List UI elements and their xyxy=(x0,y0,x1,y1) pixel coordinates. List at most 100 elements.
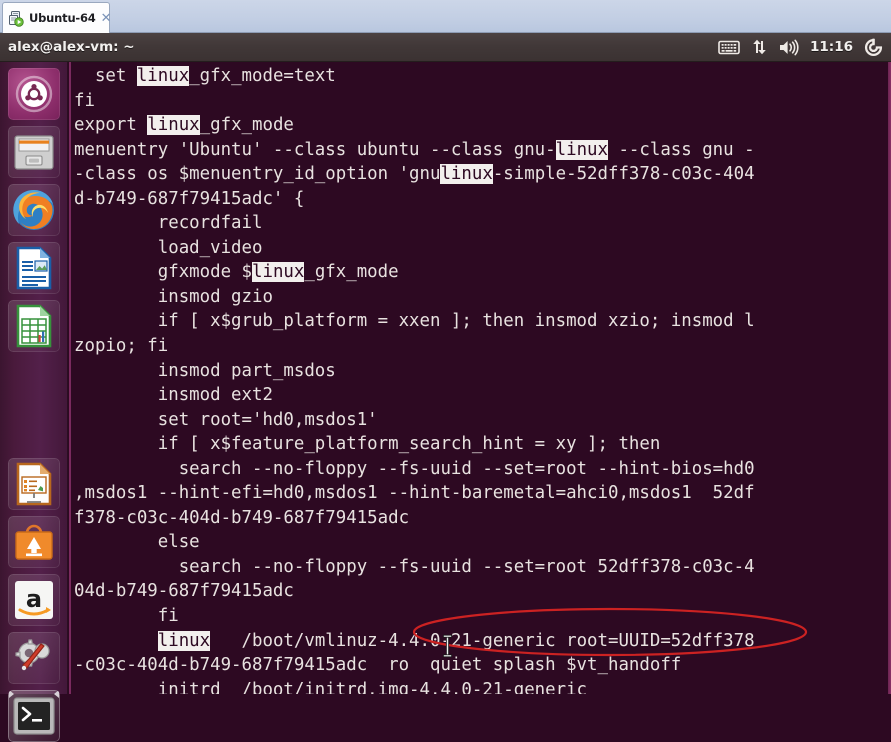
page-title: alex@alex-vm: ~ xyxy=(8,39,135,55)
terminal-line: 04d-b749-687f79415adc xyxy=(74,579,891,604)
terminal-line: recordfail xyxy=(74,211,891,236)
terminal-text: -simple-52dff378-c03c-404 xyxy=(492,164,755,185)
terminal-text: insmod ext2 xyxy=(74,385,273,406)
terminal-line: -class os $menuentry_id_option 'gnulinux… xyxy=(74,162,891,187)
terminal-text: _gfx_mode xyxy=(304,262,399,283)
terminal-line: else xyxy=(74,530,891,555)
terminal-line: menuentry 'Ubuntu' --class ubuntu --clas… xyxy=(74,138,891,163)
launcher-item-firefox[interactable] xyxy=(8,184,60,236)
ubuntu-dash-icon xyxy=(15,75,53,113)
keyboard-indicator-icon[interactable] xyxy=(718,33,740,61)
terminal-line: insmod gzio xyxy=(74,285,891,310)
launcher-item-system-settings[interactable] xyxy=(8,632,60,684)
terminal-line: search --no-floppy --fs-uuid --set=root … xyxy=(74,555,891,580)
panel-indicator-area: 11:16 xyxy=(718,33,891,61)
terminal-line: d-b749-687f79415adc' { xyxy=(74,187,891,212)
unity-launcher: a xyxy=(0,62,68,742)
terminal-line: gfxmode $linux_gfx_mode xyxy=(74,260,891,285)
vmware-vm-icon xyxy=(8,10,25,27)
search-highlight: linux xyxy=(157,630,211,651)
terminal-left-edge xyxy=(69,62,71,694)
terminal-text: insmod gzio xyxy=(74,286,273,307)
terminal-line: search --no-floppy --fs-uuid --set=root … xyxy=(74,457,891,482)
terminal-icon xyxy=(13,697,55,735)
terminal-line: zopio; fi xyxy=(74,334,891,359)
terminal-line: insmod ext2 xyxy=(74,383,891,408)
terminal-text: /boot/vmlinuz-4.4.0-21-generic root=UUID… xyxy=(210,630,755,651)
terminal-text: _gfx_mode xyxy=(199,115,294,136)
files-nautilus-icon xyxy=(14,135,54,170)
terminal-text: -class os $menuentry_id_option 'gnu xyxy=(74,164,441,185)
launcher-item-calc[interactable] xyxy=(8,300,60,352)
libreoffice-calc-icon xyxy=(16,304,52,348)
terminal-text: if [ x$grub_platform = xxen ]; then insm… xyxy=(74,311,755,332)
search-highlight: linux xyxy=(252,262,305,283)
terminal-line: fi xyxy=(74,604,891,629)
vm-tab-ubuntu-64[interactable]: Ubuntu-64 ✕ xyxy=(2,2,112,33)
gnome-terminal[interactable]: set linux_gfx_mode=text fi export linux_gf… xyxy=(69,62,891,694)
terminal-text: --class gnu - xyxy=(607,139,755,160)
launcher-item-writer[interactable] xyxy=(8,242,60,294)
close-icon[interactable]: ✕ xyxy=(101,12,112,25)
terminal-text: _gfx_mode=text xyxy=(189,66,336,86)
terminal-line: insmod part_msdos xyxy=(74,359,891,384)
libreoffice-impress-icon xyxy=(16,462,52,506)
vmware-tab-bar: Ubuntu-64 ✕ xyxy=(0,0,891,33)
launcher-item-amazon[interactable]: a xyxy=(8,574,60,626)
search-highlight: linux xyxy=(555,139,608,160)
focused-indicator-right xyxy=(54,690,59,698)
terminal-line: f378-c03c-404d-b749-687f79415adc xyxy=(74,506,891,531)
launcher-item-software-center[interactable] xyxy=(8,516,60,568)
terminal-text: search --no-floppy --fs-uuid --set=root … xyxy=(74,458,755,479)
terminal-line: initrd /boot/initrd.img-4.4.0-21-generic xyxy=(74,678,891,694)
clock-indicator[interactable]: 11:16 xyxy=(810,39,853,55)
terminal-text: gfxmode $ xyxy=(74,262,252,283)
terminal-text: else xyxy=(74,532,200,553)
terminal-text: if [ x$feature_platform_search_hint = xy… xyxy=(74,434,661,455)
terminal-text: set root='hd0,msdos1' xyxy=(74,409,378,430)
terminal-line: linux /boot/vmlinuz-4.4.0-21-generic roo… xyxy=(74,629,891,654)
terminal-text: menuentry 'Ubuntu' --class ubuntu --clas… xyxy=(74,139,556,160)
terminal-text: fi xyxy=(74,90,95,111)
terminal-line: export linux_gfx_mode xyxy=(74,113,891,138)
terminal-text: ,msdos1 --hint-efi=hd0,msdos1 --hint-bar… xyxy=(74,483,755,504)
search-highlight: linux xyxy=(147,115,200,136)
libreoffice-writer-icon xyxy=(16,246,52,290)
ubuntu-software-center-icon xyxy=(15,524,53,560)
amazon-icon: a xyxy=(15,581,53,619)
launcher-item-dash-home[interactable] xyxy=(8,68,60,120)
terminal-text: recordfail xyxy=(74,213,263,234)
vm-tab-label: Ubuntu-64 xyxy=(29,11,96,25)
terminal-text: -c03c-404d-b749-687f79415adc ro quiet sp… xyxy=(74,655,682,676)
terminal-text: fi xyxy=(74,606,179,627)
terminal-text: insmod part_msdos xyxy=(74,360,336,381)
search-highlight: linux xyxy=(440,164,493,185)
launcher-item-terminal[interactable] xyxy=(8,690,60,742)
terminal-text: f378-c03c-404d-b749-687f79415adc xyxy=(74,507,410,528)
terminal-text: initrd /boot/initrd.img-4.4.0-21-generic xyxy=(74,679,588,694)
launcher-item-impress[interactable] xyxy=(8,458,60,510)
terminal-line: load_video xyxy=(74,236,891,261)
terminal-line: -c03c-404d-b749-687f79415adc ro quiet sp… xyxy=(74,653,891,678)
system-settings-icon xyxy=(15,639,50,671)
terminal-line: if [ x$grub_platform = xxen ]; then insm… xyxy=(74,309,891,334)
terminal-text: export xyxy=(74,115,148,136)
terminal-text: set xyxy=(74,66,137,86)
network-indicator-icon[interactable] xyxy=(751,33,768,61)
terminal-line: ,msdos1 --hint-efi=hd0,msdos1 --hint-bar… xyxy=(74,481,891,506)
terminal-line: if [ x$feature_platform_search_hint = xy… xyxy=(74,432,891,457)
terminal-line: set root='hd0,msdos1' xyxy=(74,408,891,433)
firefox-icon xyxy=(13,189,54,230)
volume-indicator-icon[interactable] xyxy=(779,33,799,61)
launcher-item-files[interactable] xyxy=(8,126,60,178)
svg-text:a: a xyxy=(26,585,42,613)
terminal-text: d-b749-687f79415adc' { xyxy=(74,188,305,209)
terminal-text: search --no-floppy --fs-uuid --set=root … xyxy=(74,556,755,577)
ubuntu-top-panel: alex@alex-vm: ~ 11:16 xyxy=(0,33,891,62)
terminal-line: fi xyxy=(74,89,891,114)
running-indicator-left xyxy=(9,690,14,698)
search-highlight: linux xyxy=(136,66,190,86)
terminal-text-area[interactable]: set linux_gfx_mode=text fi export linux_gf… xyxy=(74,64,891,694)
gear-icon[interactable] xyxy=(864,33,883,61)
terminal-line: set linux_gfx_mode=text xyxy=(74,64,891,89)
